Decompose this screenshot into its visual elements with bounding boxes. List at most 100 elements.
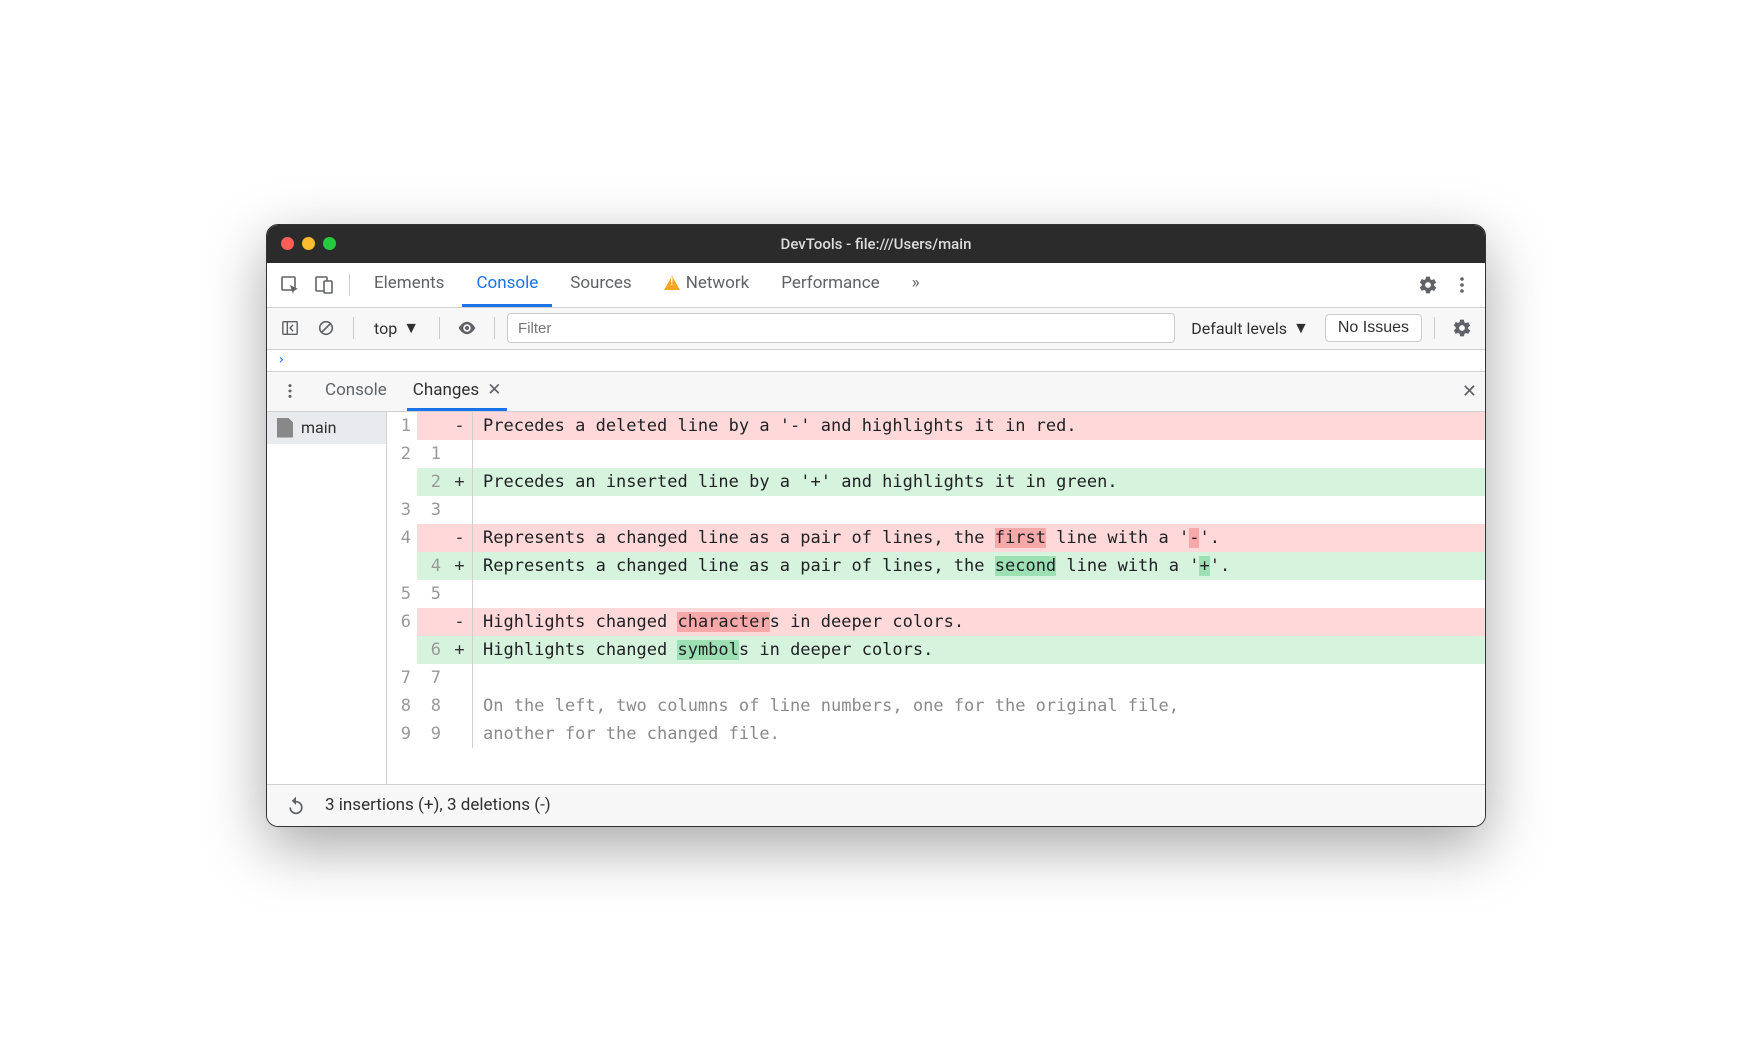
diff-code: Highlights changed characters in deeper … [473, 608, 1485, 636]
diff-viewer[interactable]: 1-Precedes a deleted line by a '-' and h… [387, 412, 1485, 784]
toggle-sidebar-icon[interactable] [275, 313, 305, 343]
diff-code [473, 496, 1485, 524]
diff-marker [447, 580, 473, 608]
context-selector[interactable]: top ▼ [366, 318, 427, 338]
diff-code: another for the changed file. [473, 720, 1485, 748]
tab-sources[interactable]: Sources [556, 262, 645, 307]
line-number-original: 9 [387, 720, 417, 748]
context-label: top [374, 319, 397, 338]
more-tabs-button[interactable]: » [898, 262, 934, 307]
main-tabbar: Elements Console Sources Network Perform… [267, 263, 1485, 308]
tab-performance[interactable]: Performance [767, 262, 893, 307]
settings-icon[interactable] [1413, 270, 1443, 300]
issues-label: No Issues [1338, 319, 1409, 336]
line-number-changed: 9 [417, 720, 447, 748]
chevron-down-icon: ▼ [403, 318, 419, 338]
diff-line: 1-Precedes a deleted line by a '-' and h… [387, 412, 1485, 440]
kebab-menu-icon[interactable] [1447, 270, 1477, 300]
diff-line: 77 [387, 664, 1485, 692]
filter-input[interactable] [507, 313, 1175, 343]
diff-code [473, 580, 1485, 608]
diff-line: 6 -Highlights changed characters in deepe… [387, 608, 1485, 636]
close-drawer-icon[interactable]: ✕ [1462, 381, 1477, 402]
changes-footer: 3 insertions (+), 3 deletions (-) [267, 784, 1485, 826]
tab-network[interactable]: Network [650, 262, 764, 307]
drawer-tab-console[interactable]: Console [319, 371, 393, 411]
line-number-original: 3 [387, 496, 417, 524]
console-prompt[interactable]: › [267, 350, 1485, 372]
devtools-window: DevTools - file:///Users/main Elements C… [266, 224, 1486, 827]
divider [439, 317, 440, 339]
tab-label: Elements [374, 273, 444, 293]
line-number-changed: 6 [417, 636, 447, 664]
line-number-changed [417, 608, 447, 636]
tab-console[interactable]: Console [462, 262, 552, 307]
tab-label: Performance [781, 273, 879, 293]
tab-label: Changes [413, 380, 479, 400]
diff-code [473, 664, 1485, 692]
line-number-original: 2 [387, 440, 417, 468]
console-toolbar: top ▼ Default levels ▼ No Issues [267, 308, 1485, 350]
diff-marker: - [447, 524, 473, 552]
tab-label: Console [476, 273, 538, 293]
line-number-original: 7 [387, 664, 417, 692]
diff-code: Precedes a deleted line by a '-' and hig… [473, 412, 1485, 440]
line-number-original [387, 636, 417, 664]
drawer-menu-icon[interactable] [275, 376, 305, 406]
diff-marker [447, 720, 473, 748]
line-number-changed: 3 [417, 496, 447, 524]
diff-marker: + [447, 552, 473, 580]
diff-code [473, 440, 1485, 468]
line-number-original: 6 [387, 608, 417, 636]
chevron-more-icon: » [912, 273, 920, 293]
live-expression-icon[interactable] [452, 313, 482, 343]
diff-summary: 3 insertions (+), 3 deletions (-) [325, 795, 551, 815]
line-number-changed: 1 [417, 440, 447, 468]
diff-line: 55 [387, 580, 1485, 608]
changes-body: main 1-Precedes a deleted line by a '-' … [267, 412, 1485, 784]
diff-marker: + [447, 636, 473, 664]
line-number-original: 5 [387, 580, 417, 608]
diff-line: 21 [387, 440, 1485, 468]
diff-line: 6+Highlights changed symbols in deeper c… [387, 636, 1485, 664]
titlebar: DevTools - file:///Users/main [267, 225, 1485, 263]
diff-marker: - [447, 412, 473, 440]
tab-elements[interactable]: Elements [360, 262, 458, 307]
log-levels-selector[interactable]: Default levels ▼ [1181, 318, 1319, 338]
close-window-button[interactable] [281, 237, 294, 250]
file-item-main[interactable]: main [267, 412, 386, 444]
close-tab-icon[interactable]: ✕ [487, 380, 501, 400]
console-settings-icon[interactable] [1447, 313, 1477, 343]
diff-code: Highlights changed symbols in deeper col… [473, 636, 1485, 664]
issues-button[interactable]: No Issues [1325, 314, 1422, 342]
line-number-original: 8 [387, 692, 417, 720]
diff-marker: - [447, 608, 473, 636]
line-number-changed [417, 412, 447, 440]
diff-marker [447, 440, 473, 468]
device-toggle-icon[interactable] [309, 270, 339, 300]
zoom-window-button[interactable] [323, 237, 336, 250]
tab-label: Network [686, 273, 750, 293]
warning-icon [664, 276, 680, 290]
levels-label: Default levels [1191, 319, 1287, 338]
diff-line: 4-Represents a changed line as a pair of… [387, 524, 1485, 552]
window-title: DevTools - file:///Users/main [267, 235, 1485, 253]
divider [349, 274, 350, 296]
line-number-changed [417, 524, 447, 552]
clear-console-icon[interactable] [311, 313, 341, 343]
diff-line: 88On the left, two columns of line numbe… [387, 692, 1485, 720]
file-name: main [301, 418, 336, 437]
revert-icon[interactable] [281, 790, 311, 820]
chevron-down-icon: ▼ [1293, 318, 1309, 338]
inspect-icon[interactable] [275, 270, 305, 300]
drawer-tab-changes[interactable]: Changes ✕ [407, 371, 508, 411]
tab-label: Sources [570, 273, 631, 293]
file-list: main [267, 412, 387, 784]
line-number-changed: 7 [417, 664, 447, 692]
diff-code: Represents a changed line as a pair of l… [473, 552, 1485, 580]
diff-marker [447, 664, 473, 692]
divider [494, 317, 495, 339]
line-number-changed: 2 [417, 468, 447, 496]
minimize-window-button[interactable] [302, 237, 315, 250]
diff-code: On the left, two columns of line numbers… [473, 692, 1485, 720]
